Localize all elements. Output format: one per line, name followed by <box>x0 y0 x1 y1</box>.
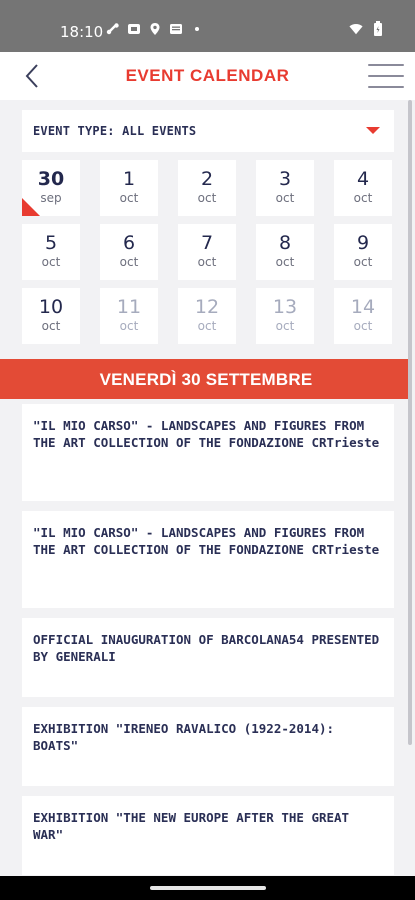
day-picker: 30 sep 1 oct 2 oct 3 oct 4 oct 5 oct 6 oct 7 oct 8 oct 9 oc… <box>22 160 394 344</box>
day-number: 4 <box>356 168 370 190</box>
day-number: 13 <box>272 296 298 318</box>
day-cell[interactable]: 30 sep <box>22 160 80 216</box>
day-month: oct <box>275 255 295 269</box>
day-month: oct <box>119 191 139 205</box>
event-card[interactable]: "IL MIO CARSO" - LANDSCAPES AND FIGURES … <box>22 511 394 608</box>
day-cell[interactable]: 3 oct <box>256 160 314 216</box>
dot-icon <box>190 22 204 36</box>
day-month: oct <box>353 319 373 333</box>
day-number: 5 <box>44 232 58 254</box>
day-month: oct <box>197 319 217 333</box>
day-cell[interactable]: 9 oct <box>334 224 392 280</box>
day-month: oct <box>119 255 139 269</box>
day-cell[interactable]: 10 oct <box>22 288 80 344</box>
day-number: 1 <box>122 168 136 190</box>
status-system-icons <box>349 21 385 36</box>
home-gesture-handle[interactable] <box>150 886 266 890</box>
hamburger-icon-line <box>368 75 404 77</box>
event-title: EXHIBITION "THE NEW EUROPE AFTER THE GRE… <box>33 810 350 842</box>
event-title: "IL MIO CARSO" - LANDSCAPES AND FIGURES … <box>33 418 380 450</box>
day-cell: 11 oct <box>100 288 158 344</box>
event-card[interactable]: "IL MIO CARSO" - LANDSCAPES AND FIGURES … <box>22 404 394 501</box>
hamburger-icon-line <box>368 86 404 88</box>
page-title: EVENT CALENDAR <box>125 66 290 85</box>
day-month: oct <box>41 319 61 333</box>
status-notification-icons <box>106 22 204 36</box>
day-month: oct <box>275 319 295 333</box>
day-cell: 13 oct <box>256 288 314 344</box>
day-month: oct <box>197 191 217 205</box>
day-number: 10 <box>38 296 64 318</box>
scrollbar[interactable] <box>408 100 412 745</box>
day-number: 8 <box>278 232 292 254</box>
system-nav-bar <box>0 876 415 900</box>
day-cell[interactable]: 6 oct <box>100 224 158 280</box>
event-type-dropdown[interactable]: EVENT TYPE: ALL EVENTS <box>22 110 394 152</box>
event-list: "IL MIO CARSO" - LANDSCAPES AND FIGURES … <box>22 404 394 885</box>
event-card[interactable]: EXHIBITION "IRENEO RAVALICO (1922-2014):… <box>22 707 394 786</box>
day-cell: 14 oct <box>334 288 392 344</box>
status-bar: 18:10 <box>0 0 415 52</box>
day-number: 30 <box>37 168 65 190</box>
link-icon <box>106 22 120 36</box>
event-card[interactable]: EXHIBITION "THE NEW EUROPE AFTER THE GRE… <box>22 796 394 875</box>
wifi-icon <box>349 22 363 36</box>
selected-day-marker <box>22 198 40 216</box>
day-month: oct <box>119 319 139 333</box>
event-title: "IL MIO CARSO" - LANDSCAPES AND FIGURES … <box>33 525 380 557</box>
day-number: 11 <box>116 296 142 318</box>
day-cell[interactable]: 7 oct <box>178 224 236 280</box>
event-title: EXHIBITION "IRENEO RAVALICO (1922-2014):… <box>33 721 335 753</box>
selected-date-banner: VENERDÌ 30 SETTEMBRE <box>0 359 412 399</box>
caret-down-icon <box>366 127 380 134</box>
location-icon <box>148 22 162 36</box>
day-cell[interactable]: 5 oct <box>22 224 80 280</box>
day-number: 12 <box>194 296 220 318</box>
menu-button[interactable] <box>368 64 404 92</box>
event-title: OFFICIAL INAUGURATION OF BARCOLANA54 PRE… <box>33 632 380 664</box>
app-header: EVENT CALENDAR <box>0 52 415 100</box>
day-cell[interactable]: 1 oct <box>100 160 158 216</box>
day-month: oct <box>275 191 295 205</box>
day-cell[interactable]: 2 oct <box>178 160 236 216</box>
news-icon <box>169 22 183 36</box>
day-number: 14 <box>350 296 376 318</box>
battery-icon <box>371 21 385 36</box>
event-card[interactable]: OFFICIAL INAUGURATION OF BARCOLANA54 PRE… <box>22 618 394 697</box>
day-month: oct <box>353 255 373 269</box>
day-month: oct <box>41 255 61 269</box>
day-number: 3 <box>278 168 292 190</box>
day-cell: 12 oct <box>178 288 236 344</box>
day-month: oct <box>353 191 373 205</box>
hamburger-icon-line <box>368 64 404 66</box>
day-cell[interactable]: 4 oct <box>334 160 392 216</box>
status-time: 18:10 <box>60 23 104 41</box>
event-type-label: EVENT TYPE: ALL EVENTS <box>33 124 197 138</box>
day-number: 9 <box>356 232 370 254</box>
day-number: 2 <box>200 168 214 190</box>
day-number: 7 <box>200 232 214 254</box>
day-cell[interactable]: 8 oct <box>256 224 314 280</box>
day-number: 6 <box>122 232 136 254</box>
day-month: oct <box>197 255 217 269</box>
badge-icon <box>127 22 141 36</box>
